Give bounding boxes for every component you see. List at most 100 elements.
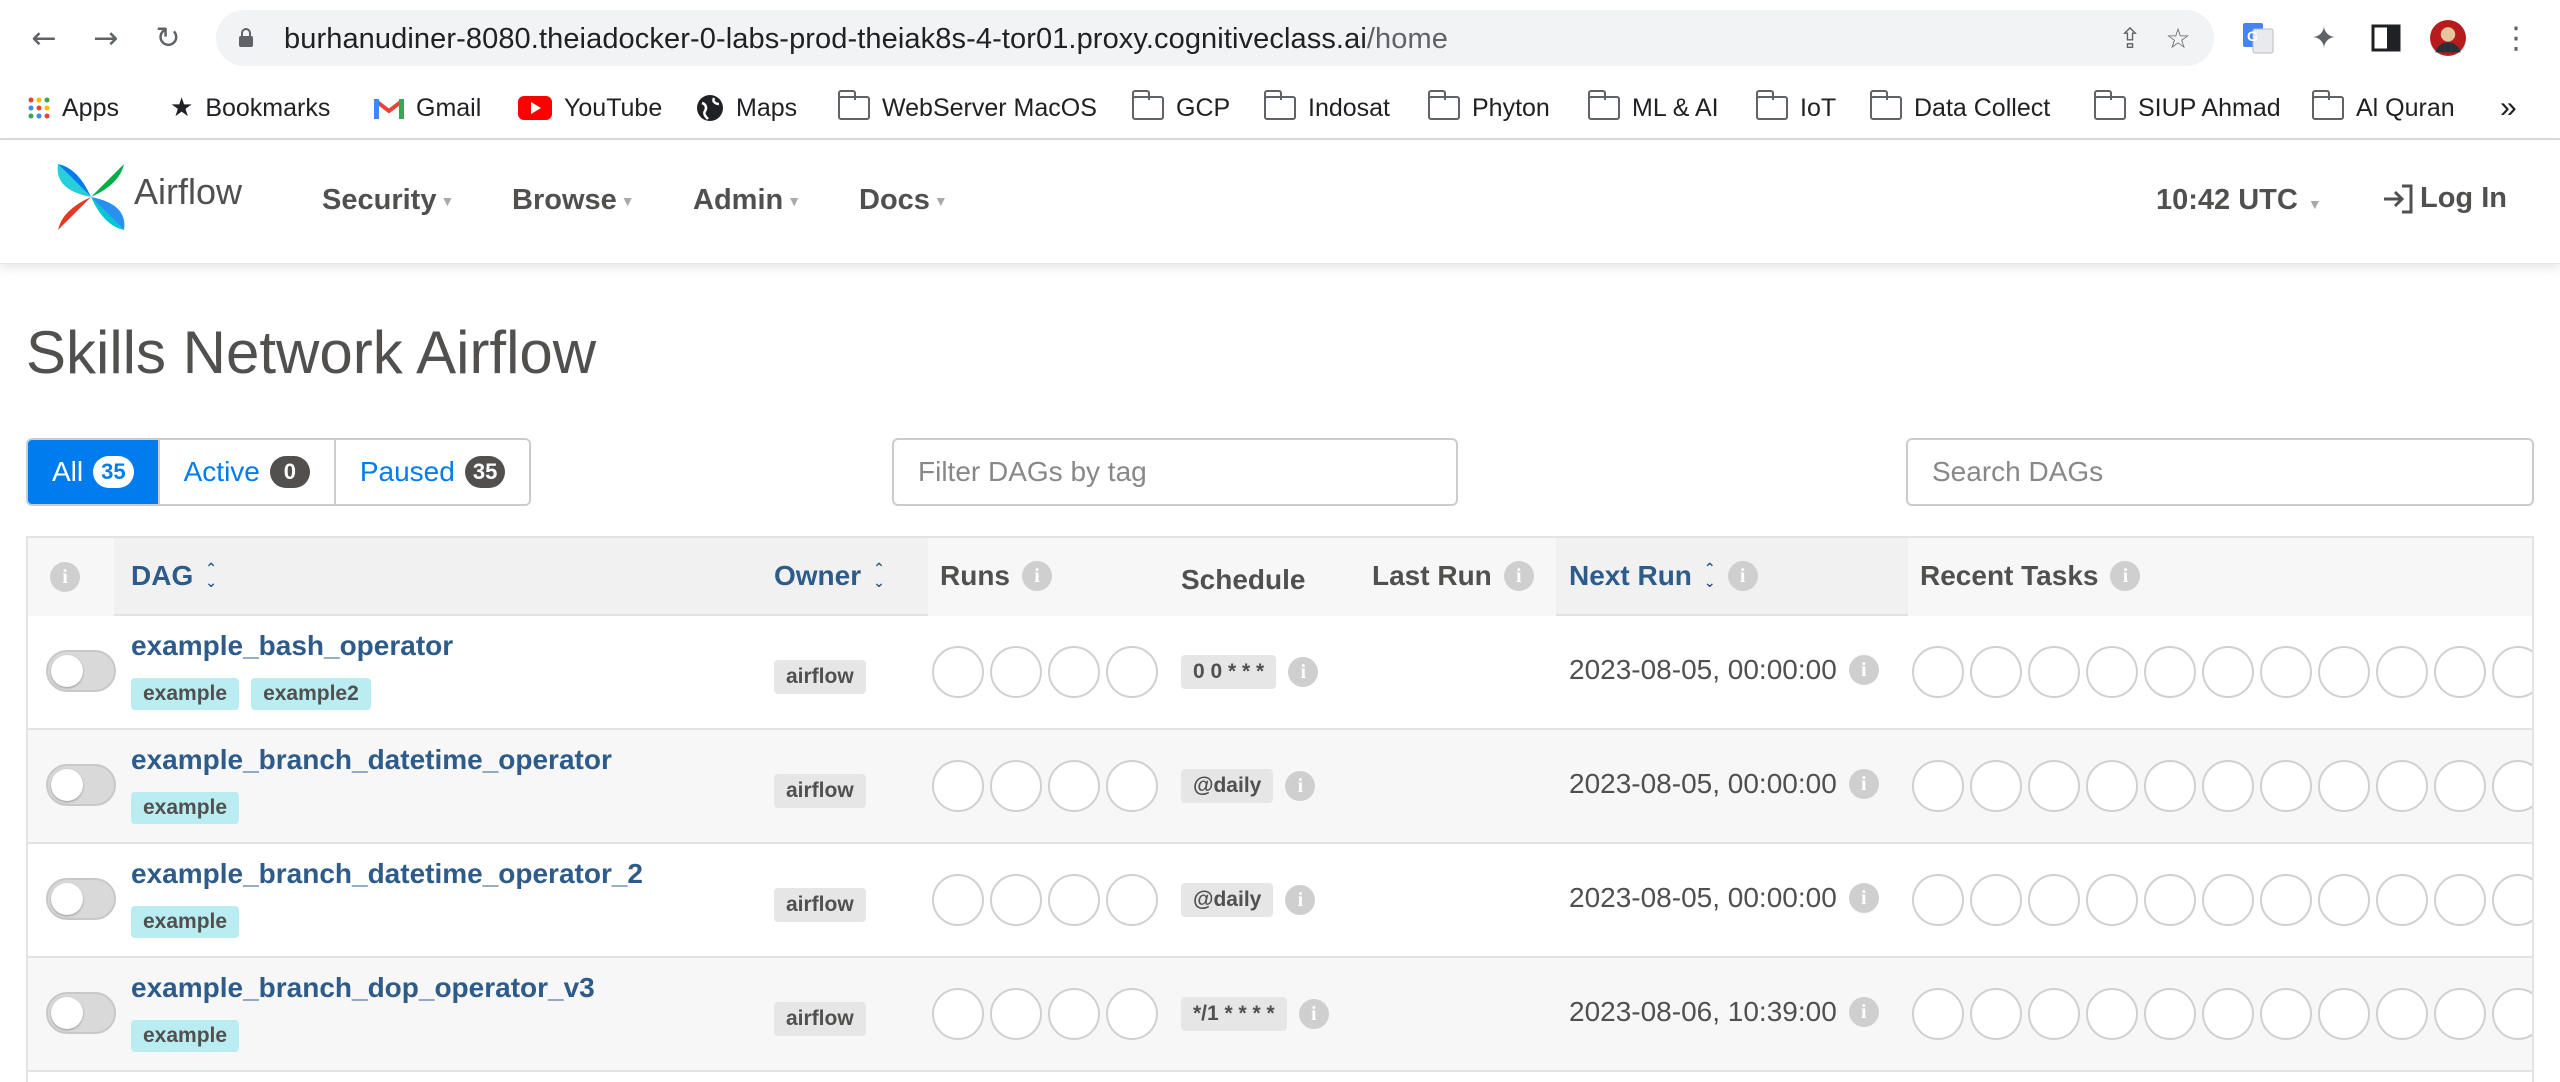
run-status-circle[interactable] [1048,760,1100,812]
task-status-circle[interactable] [1912,988,1964,1040]
bookmark-data-collect[interactable]: Data Collect [1869,90,2050,126]
tag-filter-field[interactable] [894,440,1456,504]
filter-all-button[interactable]: All 35 [28,440,160,504]
bookmark-apps[interactable]: Apps [28,90,119,126]
sort-owner-header[interactable]: Owner ⌃ ⌄ [774,560,885,592]
task-status-circle[interactable] [2260,988,2312,1040]
menu-admin[interactable]: Admin ▼ [693,184,801,217]
run-status-circle[interactable] [1048,874,1100,926]
info-icon[interactable]: i [1298,999,1329,1029]
task-status-circle[interactable] [2028,646,2080,698]
dag-tag[interactable]: example [131,678,240,710]
menu-security[interactable]: Security ▼ [322,184,454,217]
task-status-circle[interactable] [2028,988,2080,1040]
bookmark-webserver-macos[interactable]: WebServer MacOS [837,90,1097,126]
owner-badge[interactable]: airflow [774,774,866,808]
dag-link[interactable]: example_branch_dop_operator_v3 [131,972,595,1004]
filter-paused-button[interactable]: Paused 35 [335,440,530,504]
task-status-circle[interactable] [1970,988,2022,1040]
task-status-circle[interactable] [2376,760,2428,812]
task-status-circle[interactable] [2260,874,2312,926]
sort-dag-header[interactable]: DAG ⌃ ⌄ [131,560,217,592]
run-status-circle[interactable] [990,760,1042,812]
run-status-circle[interactable] [1106,988,1158,1040]
task-status-circle[interactable] [2144,760,2196,812]
more-menu-icon[interactable]: ⋮ [2498,20,2534,56]
bookmark-youtube[interactable]: YouTube [518,90,662,126]
task-status-circle[interactable] [2202,874,2254,926]
timezone-selector[interactable]: 10:42 UTC ▼ [2156,184,2322,217]
task-status-circle[interactable] [2202,646,2254,698]
star-icon[interactable]: ☆ [2162,22,2194,55]
schedule-badge[interactable]: 0 0 * * * [1181,655,1277,689]
search-dags-input[interactable] [1906,438,2534,506]
extensions-icon[interactable]: ✦ [2306,20,2342,56]
info-icon[interactable]: i [1288,657,1319,687]
dag-tag[interactable]: example [131,1020,240,1052]
bookmark-siup-ahmad[interactable]: SIUP Ahmad [2093,90,2281,126]
filter-active-button[interactable]: Active 0 [159,440,336,504]
side-panel-icon[interactable] [2368,20,2404,56]
bookmark-maps[interactable]: Maps [696,90,797,126]
info-icon[interactable]: i [1285,771,1316,801]
bookmark-ml-ai[interactable]: ML & AI [1587,90,1719,126]
dag-tag[interactable]: example [131,906,240,938]
schedule-badge[interactable]: @daily [1181,883,1274,917]
info-icon[interactable]: i [1848,883,1879,913]
task-status-circle[interactable] [1912,760,1964,812]
task-status-circle[interactable] [2028,760,2080,812]
task-status-circle[interactable] [2260,760,2312,812]
info-icon[interactable]: i [1848,997,1879,1027]
airflow-logo[interactable]: Airflow [54,160,242,234]
task-status-circle[interactable] [2144,646,2196,698]
task-status-circle[interactable] [2434,988,2486,1040]
bookmarks-overflow-icon[interactable]: » [2500,90,2517,126]
dag-tag[interactable]: example2 [251,678,371,710]
run-status-circle[interactable] [990,874,1042,926]
profile-avatar[interactable] [2430,20,2466,56]
task-status-circle[interactable] [2434,760,2486,812]
run-status-circle[interactable] [932,760,984,812]
info-icon[interactable]: i [1503,561,1534,591]
back-icon[interactable]: ← [24,18,64,58]
pause-toggle[interactable] [46,878,116,920]
run-status-circle[interactable] [1106,760,1158,812]
task-status-circle[interactable] [2434,874,2486,926]
task-status-circle[interactable] [2144,988,2196,1040]
bookmark-gcp[interactable]: GCP [1131,90,1230,126]
menu-docs[interactable]: Docs ▼ [859,184,948,217]
task-status-circle[interactable] [2318,988,2370,1040]
run-status-circle[interactable] [1048,646,1100,698]
info-icon[interactable]: i [1022,561,1052,591]
bookmark-iot[interactable]: IoT [1755,90,1836,126]
task-status-circle[interactable] [2376,646,2428,698]
info-icon[interactable]: i [2110,561,2141,591]
bookmark-phyton[interactable]: Phyton [1427,90,1550,126]
menu-browse[interactable]: Browse ▼ [512,184,635,217]
task-status-circle[interactable] [2492,988,2532,1040]
pause-toggle[interactable] [46,992,116,1034]
run-status-circle[interactable] [932,874,984,926]
share-icon[interactable]: ⇪ [2114,22,2146,55]
task-status-circle[interactable] [2086,988,2138,1040]
run-status-circle[interactable] [990,988,1042,1040]
task-status-circle[interactable] [2202,760,2254,812]
forward-icon[interactable]: → [86,18,126,58]
owner-badge[interactable]: airflow [774,1002,866,1036]
run-status-circle[interactable] [932,988,984,1040]
task-status-circle[interactable] [2318,874,2370,926]
task-status-circle[interactable] [2492,646,2532,698]
pause-toggle[interactable] [46,650,116,692]
run-status-circle[interactable] [990,646,1042,698]
task-status-circle[interactable] [1912,874,1964,926]
dag-link[interactable]: example_branch_datetime_operator_2 [131,858,643,890]
run-status-circle[interactable] [932,646,984,698]
bookmark-al-quran[interactable]: Al Quran [2311,90,2455,126]
reload-icon[interactable]: ↻ [148,18,188,58]
task-status-circle[interactable] [2086,874,2138,926]
task-status-circle[interactable] [2376,988,2428,1040]
task-status-circle[interactable] [2086,760,2138,812]
search-field[interactable] [1908,440,2532,504]
task-status-circle[interactable] [2376,874,2428,926]
sort-next-run-header[interactable]: Next Run ⌃ ⌄ i [1569,560,1758,592]
